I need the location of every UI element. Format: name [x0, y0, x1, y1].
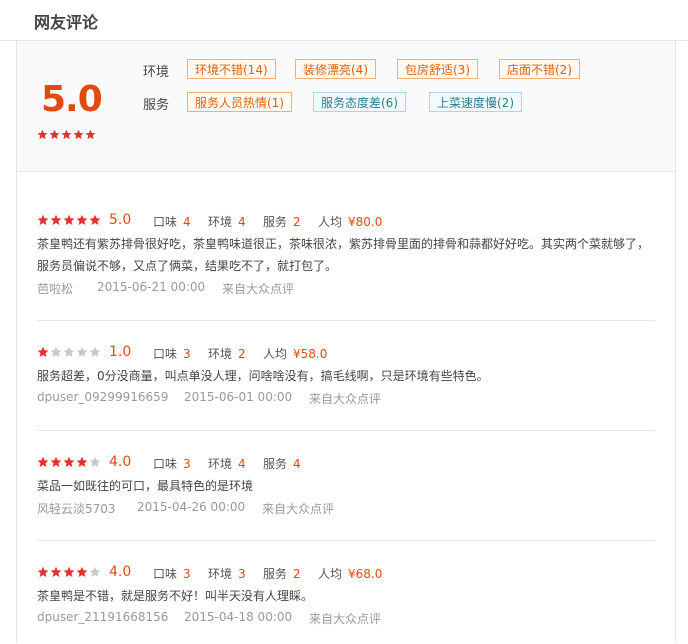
rating-taste: 口味 3 [153, 347, 191, 361]
review-item: 1.0 口味 3 环境 2 人均 ¥58.0 服务超差，0分没商量，叫点单没人理，问啥… [37, 344, 655, 442]
avg-price: 人均 ¥58.0 [263, 347, 328, 361]
review-date: 2015-04-26 00:00 [137, 500, 246, 514]
star-filled-icon [50, 456, 62, 467]
reviews-panel: 5.0 环境 环境不错(14) 装修漂亮(4) 包房舒适(3) 店面不错(2) … [16, 41, 676, 643]
star-filled-icon [37, 456, 49, 467]
star-filled-icon [73, 129, 84, 140]
review-meta: 风轻云淡5703 2015-04-26 00:00 来自大众点评 [37, 500, 655, 516]
review-star-rating [37, 214, 102, 233]
rating-taste: 口味 3 [153, 457, 191, 471]
review-source: 来自大众点评 [309, 392, 382, 406]
rating-service: 服务 2 [263, 567, 301, 581]
review-source: 来自大众点评 [222, 282, 295, 296]
review-divider [37, 320, 655, 321]
tag-storefront-good[interactable]: 店面不错(2) [499, 59, 580, 79]
overall-score: 5.0 [41, 79, 103, 120]
star-filled-icon [37, 346, 49, 357]
tag-group-label: 服务 [143, 98, 170, 113]
avg-price: 人均 ¥68.0 [318, 567, 383, 581]
rating-service: 服务 2 [263, 215, 301, 229]
star-filled-icon [50, 566, 62, 577]
star-empty-icon [63, 346, 75, 357]
star-filled-icon [63, 456, 75, 467]
star-filled-icon [49, 129, 60, 140]
star-empty-icon [89, 566, 101, 577]
star-filled-icon [63, 214, 75, 225]
review-score: 4.0 [109, 564, 132, 580]
avg-price: 人均 ¥80.0 [318, 215, 383, 229]
review-text: 服务超差，0分没商量，叫点单没人理，问啥啥没有，搞毛线啊，只是环境有些特色。 [37, 369, 489, 383]
tag-serving-slow[interactable]: 上菜速度慢(2) [429, 92, 522, 112]
rating-environment: 环境 3 [208, 567, 246, 581]
review-meta: dpuser_09299916659 2015-06-01 00:00 来自大众… [37, 390, 655, 406]
star-empty-icon [50, 346, 62, 357]
review-source: 来自大众点评 [309, 612, 382, 626]
rating-environment: 环境 2 [208, 347, 246, 361]
review-score: 5.0 [109, 212, 132, 228]
review-item: 5.0 口味 4 环境 4 服务 2 人均 ¥80.0 茶皇鸭还有紫苏排骨很好吃，茶皇鸭… [37, 212, 655, 330]
review-rating-line: 4.0 口味 3 环境 3 服务 2 人均 ¥68.0 [37, 564, 655, 582]
rating-summary: 5.0 环境 环境不错(14) 装修漂亮(4) 包房舒适(3) 店面不错(2) … [17, 41, 675, 172]
review-star-rating [37, 566, 102, 585]
star-filled-icon [76, 566, 88, 577]
star-filled-icon [63, 566, 75, 577]
review-rating-line: 1.0 口味 3 环境 2 人均 ¥58.0 [37, 344, 655, 362]
rating-service: 服务 4 [263, 457, 301, 471]
review-username[interactable]: 芭啦松 [37, 280, 73, 297]
rating-environment: 环境 4 [208, 457, 246, 471]
review-text: 茶皇鸭是不错，就是服务不好！叫半天没有人理睬。 [37, 589, 314, 603]
section-header: 网友评论 [0, 0, 688, 41]
star-filled-icon [37, 214, 49, 225]
rating-taste: 口味 4 [153, 215, 191, 229]
star-empty-icon [76, 346, 88, 357]
tag-environment-good[interactable]: 环境不错(14) [187, 59, 276, 79]
review-divider [37, 430, 655, 431]
tag-decoration-nice[interactable]: 装修漂亮(4) [295, 59, 376, 79]
star-filled-icon [37, 566, 49, 577]
star-filled-icon [89, 214, 101, 225]
review-username[interactable]: dpuser_21191668156 [37, 610, 168, 624]
star-filled-icon [37, 129, 48, 140]
review-username[interactable]: dpuser_09299916659 [37, 390, 168, 404]
rating-taste: 口味 3 [153, 567, 191, 581]
section-title: 网友评论 [34, 13, 99, 32]
review-divider [37, 540, 655, 541]
tag-group-environment: 环境 环境不错(14) 装修漂亮(4) 包房舒适(3) 店面不错(2) [143, 59, 663, 81]
review-source: 来自大众点评 [262, 502, 335, 516]
review-score: 4.0 [109, 454, 132, 470]
star-filled-icon [50, 214, 62, 225]
overall-star-rating [37, 129, 97, 148]
tag-service-attitude-bad[interactable]: 服务态度差(6) [313, 92, 406, 112]
tag-private-room-comfortable[interactable]: 包房舒适(3) [397, 59, 478, 79]
review-meta: dpuser_21191668156 2015-04-18 00:00 来自大众… [37, 610, 655, 626]
tag-staff-friendly[interactable]: 服务人员热情(1) [187, 92, 292, 112]
review-rating-line: 5.0 口味 4 环境 4 服务 2 人均 ¥80.0 [37, 212, 655, 230]
star-empty-icon [89, 456, 101, 467]
review-meta: 芭啦松 2015-06-21 00:00 来自大众点评 [37, 280, 655, 296]
star-filled-icon [85, 129, 96, 140]
review-item: 4.0 口味 3 环境 3 服务 2 人均 ¥68.0 茶皇鸭是不错，就是服务不好！叫半… [37, 564, 655, 644]
review-text: 菜品一如既往的可口，最具特色的是环境 [37, 479, 254, 493]
review-date: 2015-06-21 00:00 [97, 280, 206, 294]
review-date: 2015-04-18 00:00 [184, 610, 293, 624]
review-rating-line: 4.0 口味 3 环境 4 服务 4 [37, 454, 655, 472]
star-filled-icon [76, 456, 88, 467]
star-empty-icon [89, 346, 101, 357]
review-star-rating [37, 456, 102, 475]
review-score: 1.0 [109, 344, 132, 360]
rating-environment: 环境 4 [208, 215, 246, 229]
review-star-rating [37, 346, 102, 365]
tag-group-service: 服务 服务人员热情(1) 服务态度差(6) 上菜速度慢(2) [143, 92, 663, 114]
review-date: 2015-06-01 00:00 [184, 390, 293, 404]
star-filled-icon [61, 129, 72, 140]
review-username[interactable]: 风轻云淡5703 [37, 500, 116, 517]
tag-group-label: 环境 [143, 65, 170, 80]
review-text: 茶皇鸭还有紫苏排骨很好吃，茶皇鸭味道很正，茶味很浓，紫苏排骨里面的排骨和蒜都好好… [37, 237, 650, 273]
review-item: 4.0 口味 3 环境 4 服务 4 菜品一如既往的可口，最具特色的是环境 风轻云淡5… [37, 454, 655, 552]
star-filled-icon [76, 214, 88, 225]
